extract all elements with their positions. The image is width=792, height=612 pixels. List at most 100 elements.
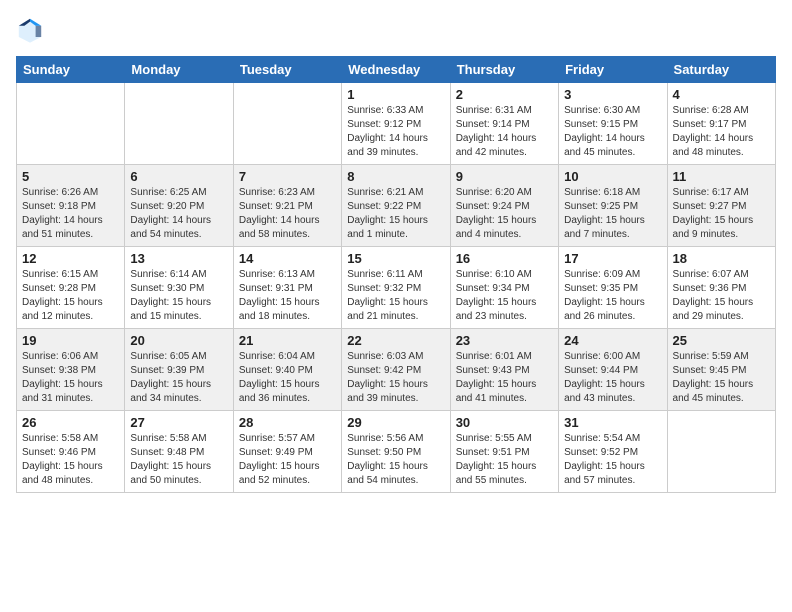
day-number: 28	[239, 415, 336, 430]
calendar-cell: 4 Sunrise: 6:28 AM Sunset: 9:17 PM Daylig…	[667, 83, 775, 165]
calendar-table: SundayMondayTuesdayWednesdayThursdayFrid…	[16, 56, 776, 493]
calendar-cell	[667, 411, 775, 493]
calendar-week-3: 12Sunrise: 6:15 AM Sunset: 9:28 PM Dayli…	[17, 247, 776, 329]
calendar-cell: 10 Sunrise: 6:18 AM Sunset: 9:25 PM Dayli…	[559, 165, 667, 247]
day-info: Sunrise: 6:21 AM Sunset: 9:22 PM Dayligh…	[347, 186, 444, 242]
calendar-cell	[125, 83, 233, 165]
day-number: 25	[673, 333, 770, 348]
day-info: Sunrise: 5:57 AM Sunset: 9:49 PM Dayligh…	[239, 432, 336, 488]
calendar-cell: 9 Sunrise: 6:20 AM Sunset: 9:24 PM Daylig…	[450, 165, 558, 247]
calendar-cell: 12Sunrise: 6:15 AM Sunset: 9:28 PM Dayli…	[17, 247, 125, 329]
calendar-cell: 29Sunrise: 5:56 AM Sunset: 9:50 PM Dayli…	[342, 411, 450, 493]
day-info: Sunrise: 6:07 AM Sunset: 9:36 PM Dayligh…	[673, 268, 770, 324]
day-number: 5	[22, 169, 119, 184]
logo-icon	[16, 16, 44, 44]
page-header	[16, 16, 776, 44]
header-wednesday: Wednesday	[342, 57, 450, 83]
calendar-cell: 2 Sunrise: 6:31 AM Sunset: 9:14 PM Daylig…	[450, 83, 558, 165]
calendar-cell: 18Sunrise: 6:07 AM Sunset: 9:36 PM Dayli…	[667, 247, 775, 329]
day-number: 24	[564, 333, 661, 348]
day-number: 4	[673, 87, 770, 102]
calendar-cell: 15 Sunrise: 6:11 AM Sunset: 9:32 PM Dayli…	[342, 247, 450, 329]
calendar-cell: 5 Sunrise: 6:26 AM Sunset: 9:18 PM Daylig…	[17, 165, 125, 247]
day-info: Sunrise: 6:13 AM Sunset: 9:31 PM Dayligh…	[239, 268, 336, 324]
header-friday: Friday	[559, 57, 667, 83]
day-number: 27	[130, 415, 227, 430]
day-info: Sunrise: 6:15 AM Sunset: 9:28 PM Dayligh…	[22, 268, 119, 324]
calendar-cell: 16 Sunrise: 6:10 AM Sunset: 9:34 PM Dayli…	[450, 247, 558, 329]
calendar-cell: 1Sunrise: 6:33 AM Sunset: 9:12 PM Daylig…	[342, 83, 450, 165]
calendar-week-1: 1Sunrise: 6:33 AM Sunset: 9:12 PM Daylig…	[17, 83, 776, 165]
calendar-cell: 25 Sunrise: 5:59 AM Sunset: 9:45 PM Dayli…	[667, 329, 775, 411]
calendar-week-4: 19Sunrise: 6:06 AM Sunset: 9:38 PM Dayli…	[17, 329, 776, 411]
calendar-cell	[233, 83, 341, 165]
calendar-cell	[17, 83, 125, 165]
day-number: 7	[239, 169, 336, 184]
header-monday: Monday	[125, 57, 233, 83]
day-info: Sunrise: 6:01 AM Sunset: 9:43 PM Dayligh…	[456, 350, 553, 406]
calendar-week-5: 26Sunrise: 5:58 AM Sunset: 9:46 PM Dayli…	[17, 411, 776, 493]
calendar-cell: 8Sunrise: 6:21 AM Sunset: 9:22 PM Daylig…	[342, 165, 450, 247]
day-number: 3	[564, 87, 661, 102]
calendar-cell: 11 Sunrise: 6:17 AM Sunset: 9:27 PM Dayli…	[667, 165, 775, 247]
calendar-cell: 3 Sunrise: 6:30 AM Sunset: 9:15 PM Daylig…	[559, 83, 667, 165]
day-info: Sunrise: 6:25 AM Sunset: 9:20 PM Dayligh…	[130, 186, 227, 242]
day-info: Sunrise: 6:06 AM Sunset: 9:38 PM Dayligh…	[22, 350, 119, 406]
day-info: Sunrise: 6:05 AM Sunset: 9:39 PM Dayligh…	[130, 350, 227, 406]
day-number: 31	[564, 415, 661, 430]
calendar-cell: 30 Sunrise: 5:55 AM Sunset: 9:51 PM Dayli…	[450, 411, 558, 493]
day-number: 14	[239, 251, 336, 266]
day-info: Sunrise: 6:14 AM Sunset: 9:30 PM Dayligh…	[130, 268, 227, 324]
calendar-cell: 22Sunrise: 6:03 AM Sunset: 9:42 PM Dayli…	[342, 329, 450, 411]
calendar-cell: 13 Sunrise: 6:14 AM Sunset: 9:30 PM Dayli…	[125, 247, 233, 329]
day-info: Sunrise: 6:33 AM Sunset: 9:12 PM Dayligh…	[347, 104, 444, 160]
day-info: Sunrise: 5:58 AM Sunset: 9:46 PM Dayligh…	[22, 432, 119, 488]
calendar-cell: 17 Sunrise: 6:09 AM Sunset: 9:35 PM Dayli…	[559, 247, 667, 329]
day-info: Sunrise: 6:28 AM Sunset: 9:17 PM Dayligh…	[673, 104, 770, 160]
header-sunday: Sunday	[17, 57, 125, 83]
day-info: Sunrise: 5:54 AM Sunset: 9:52 PM Dayligh…	[564, 432, 661, 488]
calendar-cell: 23Sunrise: 6:01 AM Sunset: 9:43 PM Dayli…	[450, 329, 558, 411]
day-number: 30	[456, 415, 553, 430]
day-info: Sunrise: 6:31 AM Sunset: 9:14 PM Dayligh…	[456, 104, 553, 160]
day-number: 6	[130, 169, 227, 184]
day-number: 2	[456, 87, 553, 102]
calendar-week-2: 5 Sunrise: 6:26 AM Sunset: 9:18 PM Daylig…	[17, 165, 776, 247]
day-number: 11	[673, 169, 770, 184]
day-info: Sunrise: 6:26 AM Sunset: 9:18 PM Dayligh…	[22, 186, 119, 242]
day-info: Sunrise: 5:59 AM Sunset: 9:45 PM Dayligh…	[673, 350, 770, 406]
day-number: 16	[456, 251, 553, 266]
day-number: 13	[130, 251, 227, 266]
day-number: 21	[239, 333, 336, 348]
day-info: Sunrise: 6:10 AM Sunset: 9:34 PM Dayligh…	[456, 268, 553, 324]
day-info: Sunrise: 6:03 AM Sunset: 9:42 PM Dayligh…	[347, 350, 444, 406]
header-thursday: Thursday	[450, 57, 558, 83]
calendar-cell: 14 Sunrise: 6:13 AM Sunset: 9:31 PM Dayli…	[233, 247, 341, 329]
day-info: Sunrise: 5:58 AM Sunset: 9:48 PM Dayligh…	[130, 432, 227, 488]
day-number: 20	[130, 333, 227, 348]
day-number: 9	[456, 169, 553, 184]
day-info: Sunrise: 6:30 AM Sunset: 9:15 PM Dayligh…	[564, 104, 661, 160]
calendar-cell: 21 Sunrise: 6:04 AM Sunset: 9:40 PM Dayli…	[233, 329, 341, 411]
calendar-cell: 27 Sunrise: 5:58 AM Sunset: 9:48 PM Dayli…	[125, 411, 233, 493]
calendar-cell: 28 Sunrise: 5:57 AM Sunset: 9:49 PM Dayli…	[233, 411, 341, 493]
day-info: Sunrise: 6:18 AM Sunset: 9:25 PM Dayligh…	[564, 186, 661, 242]
calendar-cell: 20 Sunrise: 6:05 AM Sunset: 9:39 PM Dayli…	[125, 329, 233, 411]
day-info: Sunrise: 6:09 AM Sunset: 9:35 PM Dayligh…	[564, 268, 661, 324]
logo	[16, 16, 48, 44]
calendar-cell: 24Sunrise: 6:00 AM Sunset: 9:44 PM Dayli…	[559, 329, 667, 411]
header-saturday: Saturday	[667, 57, 775, 83]
day-number: 10	[564, 169, 661, 184]
calendar-cell: 6 Sunrise: 6:25 AM Sunset: 9:20 PM Daylig…	[125, 165, 233, 247]
day-number: 15	[347, 251, 444, 266]
day-info: Sunrise: 6:17 AM Sunset: 9:27 PM Dayligh…	[673, 186, 770, 242]
day-info: Sunrise: 6:11 AM Sunset: 9:32 PM Dayligh…	[347, 268, 444, 324]
calendar-cell: 26Sunrise: 5:58 AM Sunset: 9:46 PM Dayli…	[17, 411, 125, 493]
day-info: Sunrise: 6:23 AM Sunset: 9:21 PM Dayligh…	[239, 186, 336, 242]
day-info: Sunrise: 5:56 AM Sunset: 9:50 PM Dayligh…	[347, 432, 444, 488]
day-info: Sunrise: 5:55 AM Sunset: 9:51 PM Dayligh…	[456, 432, 553, 488]
calendar-cell: 19Sunrise: 6:06 AM Sunset: 9:38 PM Dayli…	[17, 329, 125, 411]
day-info: Sunrise: 6:20 AM Sunset: 9:24 PM Dayligh…	[456, 186, 553, 242]
day-info: Sunrise: 6:04 AM Sunset: 9:40 PM Dayligh…	[239, 350, 336, 406]
day-number: 17	[564, 251, 661, 266]
